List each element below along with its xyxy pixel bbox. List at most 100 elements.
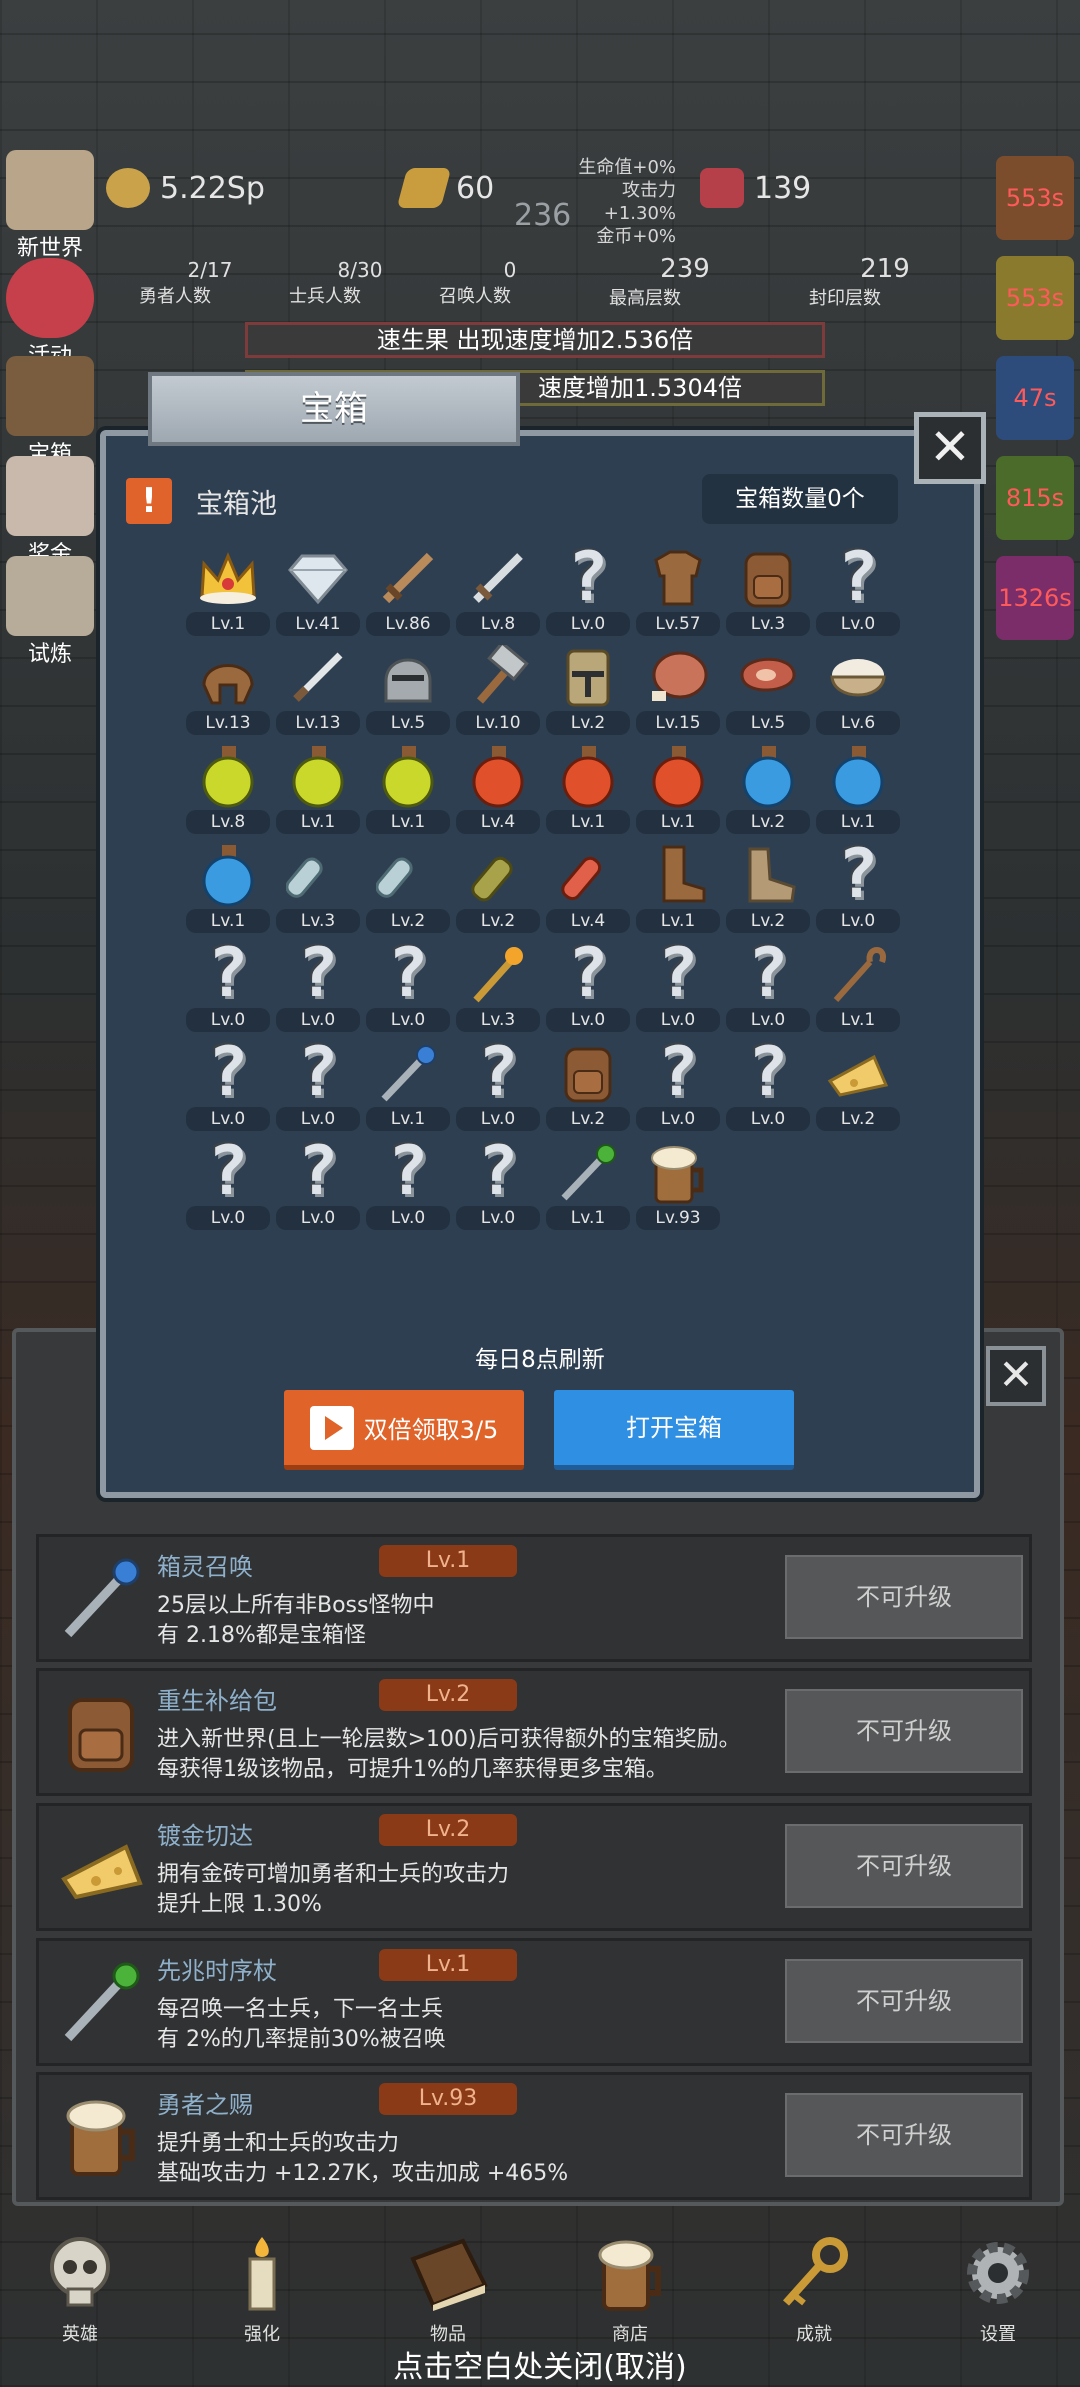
chest-pool-item[interactable]: ? Lv.0 — [724, 1035, 812, 1134]
chest-pool-item[interactable]: Lv.93 — [634, 1134, 722, 1233]
list-item: 先兆时序杖 Lv.1 每召唤一名士兵，下一名士兵有 2%的几率提前30%被召唤 … — [36, 1938, 1032, 2066]
item-level: Lv.0 — [276, 1008, 360, 1032]
chest-pool-item[interactable]: Lv.1 — [184, 837, 272, 936]
nav-achievements[interactable]: 成就 — [754, 2228, 874, 2346]
chest-pool-item[interactable]: Lv.2 — [814, 1035, 902, 1134]
chest-pool-item[interactable]: Lv.41 — [274, 540, 362, 639]
chest-pool-item[interactable]: ? Lv.0 — [274, 1134, 362, 1233]
item-level: Lv.1 — [186, 612, 270, 636]
item-level: Lv.1 — [636, 810, 720, 834]
item-level: Lv.1 — [546, 810, 630, 834]
chest-pool-item[interactable]: ? Lv.0 — [274, 1035, 362, 1134]
chest-pool-item[interactable]: Lv.2 — [724, 837, 812, 936]
chest-pool-item[interactable]: Lv.8 — [184, 738, 272, 837]
chest-pool-item[interactable]: ? Lv.0 — [274, 936, 362, 1035]
chest-pool-item[interactable]: Lv.3 — [454, 936, 542, 1035]
chest-pool-item[interactable]: Lv.2 — [544, 639, 632, 738]
close-hint[interactable]: 点击空白处关闭(取消) — [0, 2342, 1080, 2386]
chest-pool-item[interactable]: Lv.1 — [814, 936, 902, 1035]
chest-pool-item[interactable]: ? Lv.0 — [724, 936, 812, 1035]
chest-pool-item[interactable]: Lv.13 — [274, 639, 362, 738]
hammer-icon — [462, 643, 534, 711]
nav-heroes[interactable]: 英雄 — [20, 2228, 140, 2346]
chest-pool-item[interactable]: Lv.10 — [454, 639, 542, 738]
chest-pool-item[interactable]: Lv.5 — [364, 639, 452, 738]
chest-pool-item[interactable]: Lv.2 — [724, 738, 812, 837]
chest-pool-item[interactable]: Lv.1 — [634, 738, 722, 837]
chest-pool-item[interactable]: Lv.15 — [634, 639, 722, 738]
chest-pool-item[interactable]: Lv.3 — [274, 837, 362, 936]
item-level: Lv.1 — [366, 1107, 450, 1131]
chest-pool-item[interactable]: Lv.2 — [544, 1035, 632, 1134]
chest-pool-item[interactable]: Lv.57 — [634, 540, 722, 639]
chest-pool-item[interactable]: Lv.1 — [544, 738, 632, 837]
chest-pool-item[interactable]: Lv.1 — [814, 738, 902, 837]
key-icon — [769, 2228, 859, 2318]
chest-pool-item[interactable]: Lv.8 — [454, 540, 542, 639]
modal-close-button[interactable]: ✕ — [914, 412, 986, 484]
bottom-nav: 英雄 强化 物品 商店 成就 设置 — [0, 2228, 1080, 2348]
ale-mug-icon — [642, 1138, 714, 1206]
chest-pool-item[interactable]: ? Lv.0 — [454, 1134, 542, 1233]
leather-armor-icon — [642, 544, 714, 612]
chest-pool-item[interactable]: Lv.1 — [634, 837, 722, 936]
chest-pool-item[interactable]: Lv.13 — [184, 639, 272, 738]
list-item: 镀金切达 Lv.2 拥有金砖可增加勇者和士兵的攻击力 提升上限 1.30% 不可升… — [36, 1803, 1032, 1931]
chest-pool-item[interactable]: Lv.1 — [274, 738, 362, 837]
chest-pool-item[interactable]: ? Lv.0 — [364, 1134, 452, 1233]
upgrade-button[interactable]: 不可升级 — [785, 1824, 1023, 1908]
nav-enhance[interactable]: 强化 — [202, 2228, 322, 2346]
chest-pool-item[interactable]: ? Lv.0 — [454, 1035, 542, 1134]
crook-staff-icon — [822, 940, 894, 1008]
chest-pool-item[interactable]: Lv.1 — [364, 738, 452, 837]
blue-potion-icon — [192, 841, 264, 909]
item-level: Lv.4 — [456, 810, 540, 834]
chest-pool-item[interactable]: Lv.4 — [454, 738, 542, 837]
item-level: Lv.2 — [726, 810, 810, 834]
chest-pool-item[interactable]: Lv.4 — [544, 837, 632, 936]
item-level: Lv.0 — [456, 1206, 540, 1230]
chest-pool-item[interactable]: ? Lv.0 — [184, 936, 272, 1035]
ale-mug-icon — [585, 2228, 675, 2318]
warning-icon[interactable]: ! — [126, 478, 172, 524]
shoe-icon — [732, 841, 804, 909]
chest-pool-item[interactable]: Lv.2 — [364, 837, 452, 936]
nav-items[interactable]: 物品 — [388, 2228, 508, 2346]
upgrade-button[interactable]: 不可升级 — [785, 1555, 1023, 1639]
upgrade-button[interactable]: 不可升级 — [785, 1959, 1023, 2043]
green-wand-icon — [49, 1951, 153, 2055]
chest-pool-item[interactable]: ? Lv.0 — [544, 936, 632, 1035]
chest-pool-item[interactable]: Lv.86 — [364, 540, 452, 639]
item-level: Lv.5 — [726, 711, 810, 735]
chest-pool-item[interactable]: Lv.1 — [184, 540, 272, 639]
backpack-icon — [732, 544, 804, 612]
chest-pool-item[interactable]: ? Lv.0 — [634, 1035, 722, 1134]
upgrade-button[interactable]: 不可升级 — [785, 2093, 1023, 2177]
chest-pool-item[interactable]: Lv.1 — [364, 1035, 452, 1134]
chest-pool-item[interactable]: ? Lv.0 — [184, 1134, 272, 1233]
open-chest-button[interactable]: 打开宝箱 — [554, 1390, 794, 1470]
torch-staff-icon — [462, 940, 534, 1008]
chest-pool-item[interactable]: ? Lv.0 — [814, 540, 902, 639]
nav-shop[interactable]: 商店 — [570, 2228, 690, 2346]
chest-pool-item[interactable]: ? Lv.0 — [364, 936, 452, 1035]
question-mark-icon: ? — [387, 934, 429, 1013]
chest-pool-item[interactable]: ? Lv.0 — [184, 1035, 272, 1134]
yellow-potion-icon — [282, 742, 354, 810]
chest-pool-item[interactable]: ? Lv.0 — [814, 837, 902, 936]
chest-pool-item[interactable]: ? Lv.0 — [544, 540, 632, 639]
chest-pool-item[interactable]: Lv.3 — [724, 540, 812, 639]
chest-pool-item[interactable]: Lv.1 — [544, 1134, 632, 1233]
question-mark-icon: ? — [567, 934, 609, 1013]
chest-pool-item[interactable]: ? Lv.0 — [634, 936, 722, 1035]
chest-pool-item[interactable]: Lv.6 — [814, 639, 902, 738]
chest-pool-item[interactable]: Lv.5 — [724, 639, 812, 738]
item-level: Lv.0 — [366, 1206, 450, 1230]
upgrade-button[interactable]: 不可升级 — [785, 1689, 1023, 1773]
chest-pool-item[interactable]: Lv.2 — [454, 837, 542, 936]
cheese-icon — [822, 1039, 894, 1107]
boot-icon — [642, 841, 714, 909]
double-claim-button[interactable]: 双倍领取3/5 — [284, 1390, 524, 1470]
nav-settings[interactable]: 设置 — [938, 2228, 1058, 2346]
item-level: Lv.0 — [276, 1206, 360, 1230]
